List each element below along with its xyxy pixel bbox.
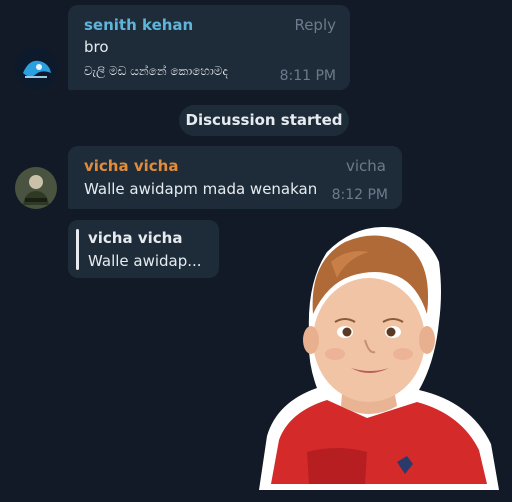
- message-text: වැලි මඩ යන්නේ කොහොමද: [84, 64, 228, 78]
- chat-view: senith kehan Reply bro වැලි මඩ යන්නේ කොහ…: [0, 0, 512, 502]
- quoted-text: Walle awidap...: [88, 252, 202, 270]
- message-text: Walle awidapm mada wenakan: [84, 180, 318, 198]
- message-bubble[interactable]: senith kehan Reply bro වැලි මඩ යන්නේ කොහ…: [68, 5, 350, 90]
- service-message: Discussion started: [179, 105, 349, 136]
- message-bubble[interactable]: vicha vicha vicha Walle awidapm mada wen…: [68, 146, 402, 209]
- reply-preview[interactable]: vicha vicha Walle awidap...: [68, 220, 219, 278]
- sticker[interactable]: [247, 222, 507, 498]
- photo-avatar-icon: [15, 167, 57, 209]
- message-time: 8:11 PM: [279, 68, 336, 84]
- message-text: bro: [84, 38, 109, 56]
- crying-kid-sticker-icon: [259, 227, 499, 490]
- reply-button[interactable]: Reply: [294, 16, 336, 34]
- avatar[interactable]: [15, 47, 57, 89]
- message-time: 8:12 PM: [331, 187, 388, 203]
- logo-avatar-icon: [15, 47, 57, 89]
- avatar[interactable]: [15, 167, 57, 209]
- sender-name[interactable]: vicha vicha: [84, 157, 178, 175]
- quote-bar: [76, 229, 79, 270]
- sender-name[interactable]: senith kehan: [84, 16, 193, 34]
- quoted-sender: vicha vicha: [88, 229, 183, 247]
- sender-role: vicha: [346, 157, 386, 175]
